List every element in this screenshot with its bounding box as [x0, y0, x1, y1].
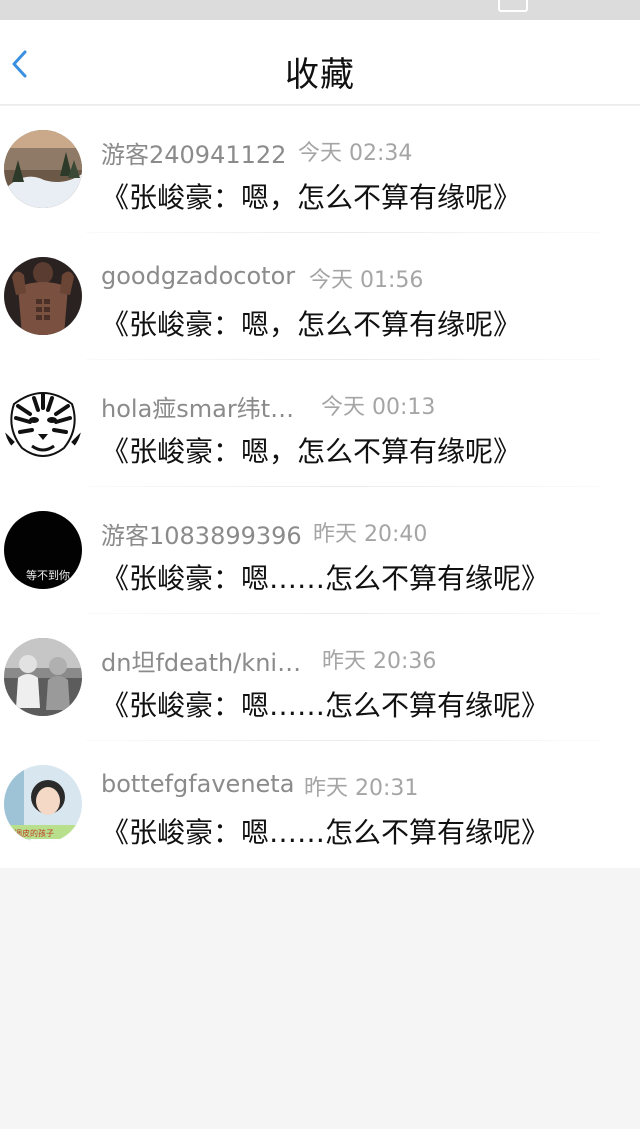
avatar-caption: 小调皮的孩子 — [6, 828, 54, 838]
avatar[interactable]: 等不到你 — [4, 511, 82, 589]
favorite-item[interactable]: 小调皮的孩子 bottefgfaveneta 昨天 20:31 《张峻豪：嗯……… — [0, 741, 640, 868]
favorite-title[interactable]: 《张峻豪：嗯，怎么不算有缘呢》 — [101, 303, 521, 343]
top-nav-bar: 收藏 — [0, 20, 640, 104]
muscle-man-avatar-image — [4, 257, 82, 335]
timestamp: 昨天 20:36 — [322, 649, 437, 674]
username[interactable]: bottefgfaveneta — [101, 770, 294, 798]
avatar[interactable] — [4, 130, 82, 208]
timestamp: 昨天 20:40 — [313, 522, 428, 547]
favorites-list: 游客240941122 今天 02:34 《张峻豪：嗯，怎么不算有缘呢》 goo… — [0, 106, 640, 868]
snow-landscape-avatar-image — [4, 130, 82, 208]
girl-photo-avatar-image: 小调皮的孩子 — [4, 765, 82, 843]
black-text-avatar-image: 等不到你 — [4, 511, 82, 589]
favorite-title[interactable]: 《张峻豪：嗯……怎么不算有缘呢》 — [101, 557, 549, 597]
page-title: 收藏 — [285, 55, 355, 95]
username[interactable]: 游客1083899396 — [101, 516, 302, 551]
favorite-item[interactable]: 等不到你 游客1083899396 昨天 20:40 《张峻豪：嗯……怎么不算有… — [0, 487, 640, 614]
avatar[interactable]: 小调皮的孩子 — [4, 765, 82, 843]
tiger-avatar-image — [4, 384, 82, 462]
avatar[interactable] — [4, 638, 82, 716]
avatar[interactable] — [4, 257, 82, 335]
timestamp: 今天 01:56 — [309, 268, 424, 293]
timestamp: 昨天 20:31 — [304, 776, 419, 801]
favorite-title[interactable]: 《张峻豪：嗯……怎么不算有缘呢》 — [101, 684, 549, 724]
favorite-title[interactable]: 《张峻豪：嗯……怎么不算有缘呢》 — [101, 811, 549, 851]
avatar[interactable] — [4, 384, 82, 462]
timestamp: 今天 00:13 — [321, 395, 436, 420]
status-bar — [0, 0, 640, 20]
favorite-title[interactable]: 《张峻豪：嗯，怎么不算有缘呢》 — [101, 430, 521, 470]
favorite-title[interactable]: 《张峻豪：嗯，怎么不算有缘呢》 — [101, 176, 521, 216]
favorite-item[interactable]: hola痖smar纬t… 今天 00:13 《张峻豪：嗯，怎么不算有缘呢》 — [0, 360, 640, 487]
username[interactable]: dn坦fdeath/kni… — [101, 643, 301, 678]
timestamp: 今天 02:34 — [298, 141, 413, 166]
avatar-caption: 等不到你 — [26, 568, 70, 582]
username[interactable]: 游客240941122 — [101, 135, 286, 170]
favorite-item[interactable]: dn坦fdeath/kni… 昨天 20:36 《张峻豪：嗯……怎么不算有缘呢》 — [0, 614, 640, 741]
favorite-item[interactable]: goodgzadocotor 今天 01:56 《张峻豪：嗯，怎么不算有缘呢》 — [0, 233, 640, 360]
username[interactable]: goodgzadocotor — [101, 262, 295, 290]
grayscale-photo-avatar-image — [4, 638, 82, 716]
battery-icon — [498, 0, 528, 12]
favorite-item[interactable]: 游客240941122 今天 02:34 《张峻豪：嗯，怎么不算有缘呢》 — [0, 106, 640, 233]
username[interactable]: hola痖smar纬t… — [101, 389, 294, 424]
